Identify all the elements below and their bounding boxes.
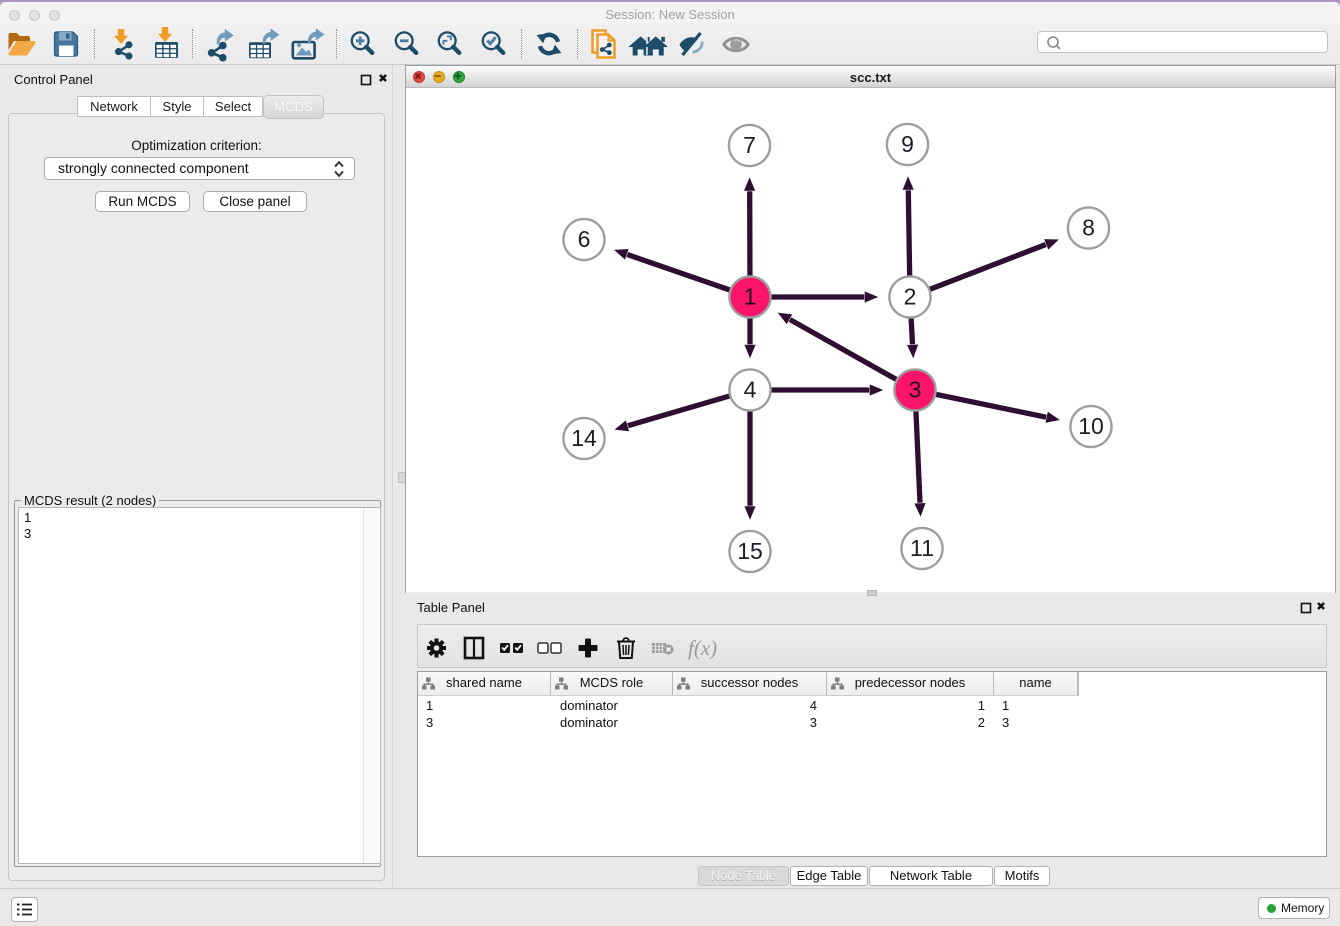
svg-text:7: 7 (743, 132, 756, 158)
svg-text:1: 1 (744, 284, 757, 310)
svg-text:f(x): f(x) (688, 636, 717, 660)
svg-text:8: 8 (1082, 215, 1095, 241)
svg-text:6: 6 (578, 226, 591, 252)
svg-text:3: 3 (909, 377, 922, 403)
svg-text:2: 2 (904, 284, 917, 310)
svg-text:10: 10 (1078, 413, 1104, 439)
svg-text:4: 4 (744, 377, 757, 403)
svg-text:15: 15 (737, 538, 763, 564)
svg-text:14: 14 (571, 425, 597, 451)
svg-text:9: 9 (901, 131, 914, 157)
svg-text:11: 11 (910, 535, 934, 561)
